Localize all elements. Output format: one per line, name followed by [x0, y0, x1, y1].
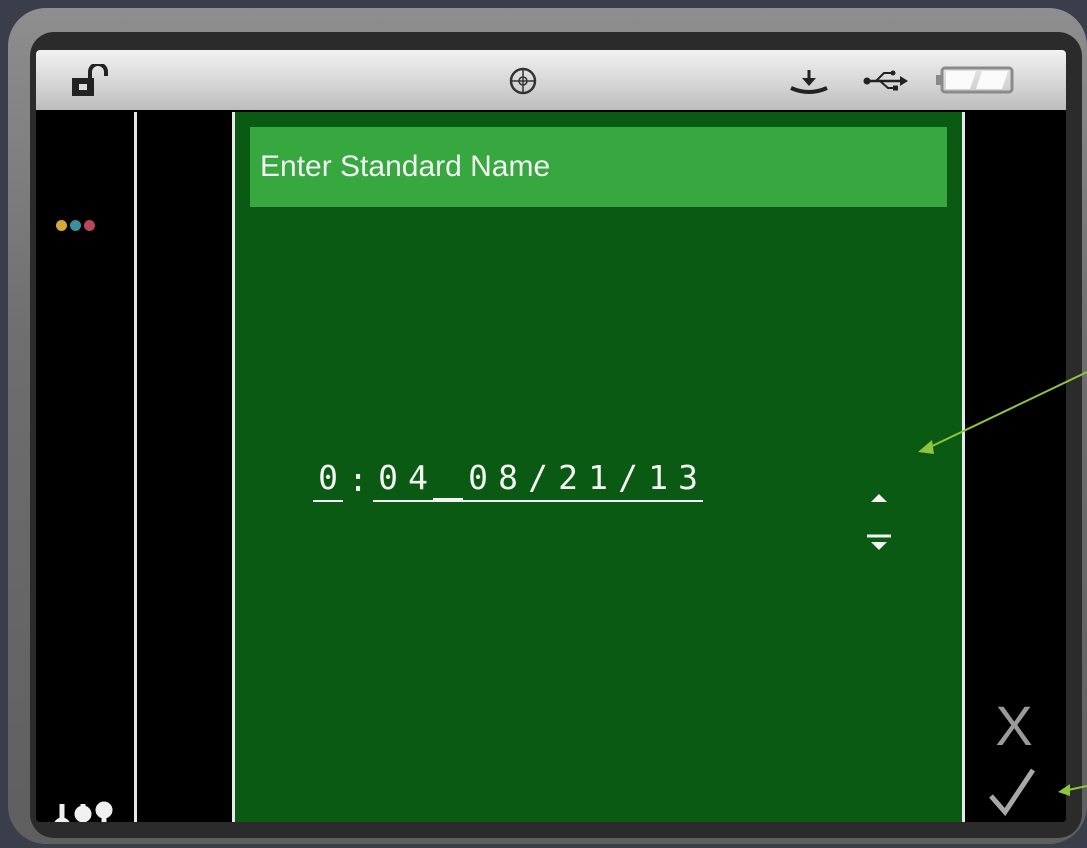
- usb-icon[interactable]: [862, 70, 910, 96]
- target-icon[interactable]: [508, 66, 538, 100]
- indicator-dot-yellow: [56, 220, 67, 231]
- standard-name-field[interactable]: 0 : 0 4 0 8 / 2 1 / 1 3: [313, 442, 703, 502]
- name-char[interactable]: 0: [463, 456, 493, 502]
- indicator-dot-teal: [70, 220, 81, 231]
- battery-icon: [936, 64, 1016, 100]
- name-entry-panel: Enter Standard Name 0 : 0 4 0 8 / 2 1 / …: [235, 112, 962, 822]
- cancel-button[interactable]: X: [985, 696, 1043, 756]
- name-char[interactable]: /: [613, 456, 643, 502]
- character-stepper[interactable]: [865, 492, 893, 560]
- left-panel: [137, 112, 232, 822]
- dialog-title: Enter Standard Name: [260, 150, 551, 183]
- name-char[interactable]: 0: [373, 456, 403, 502]
- chevron-down-icon: [871, 542, 887, 550]
- device-screen: Enter Standard Name 0 : 0 4 0 8 / 2 1 / …: [36, 50, 1066, 822]
- status-bar: [36, 50, 1066, 110]
- sliders-icon[interactable]: [52, 798, 114, 822]
- name-char[interactable]: 1: [583, 456, 613, 502]
- name-char[interactable]: 0: [313, 456, 343, 502]
- chevron-up-icon: [871, 494, 887, 502]
- status-indicator-dots: [56, 216, 98, 235]
- dialog-title-bar: Enter Standard Name: [250, 127, 947, 207]
- name-char[interactable]: 1: [643, 456, 673, 502]
- unlock-icon[interactable]: [70, 62, 114, 102]
- name-char[interactable]: 8: [493, 456, 523, 502]
- name-char[interactable]: 4: [403, 456, 433, 502]
- indicator-dot-red: [84, 220, 95, 231]
- name-char[interactable]: [433, 498, 463, 502]
- name-char[interactable]: 3: [673, 456, 703, 502]
- download-icon[interactable]: [788, 68, 830, 100]
- name-char[interactable]: 2: [553, 456, 583, 502]
- right-action-column: X: [965, 112, 1066, 822]
- checkmark-icon[interactable]: [987, 766, 1037, 822]
- name-char[interactable]: /: [523, 456, 553, 502]
- left-sidebar: [36, 112, 134, 822]
- name-char[interactable]: :: [343, 458, 373, 502]
